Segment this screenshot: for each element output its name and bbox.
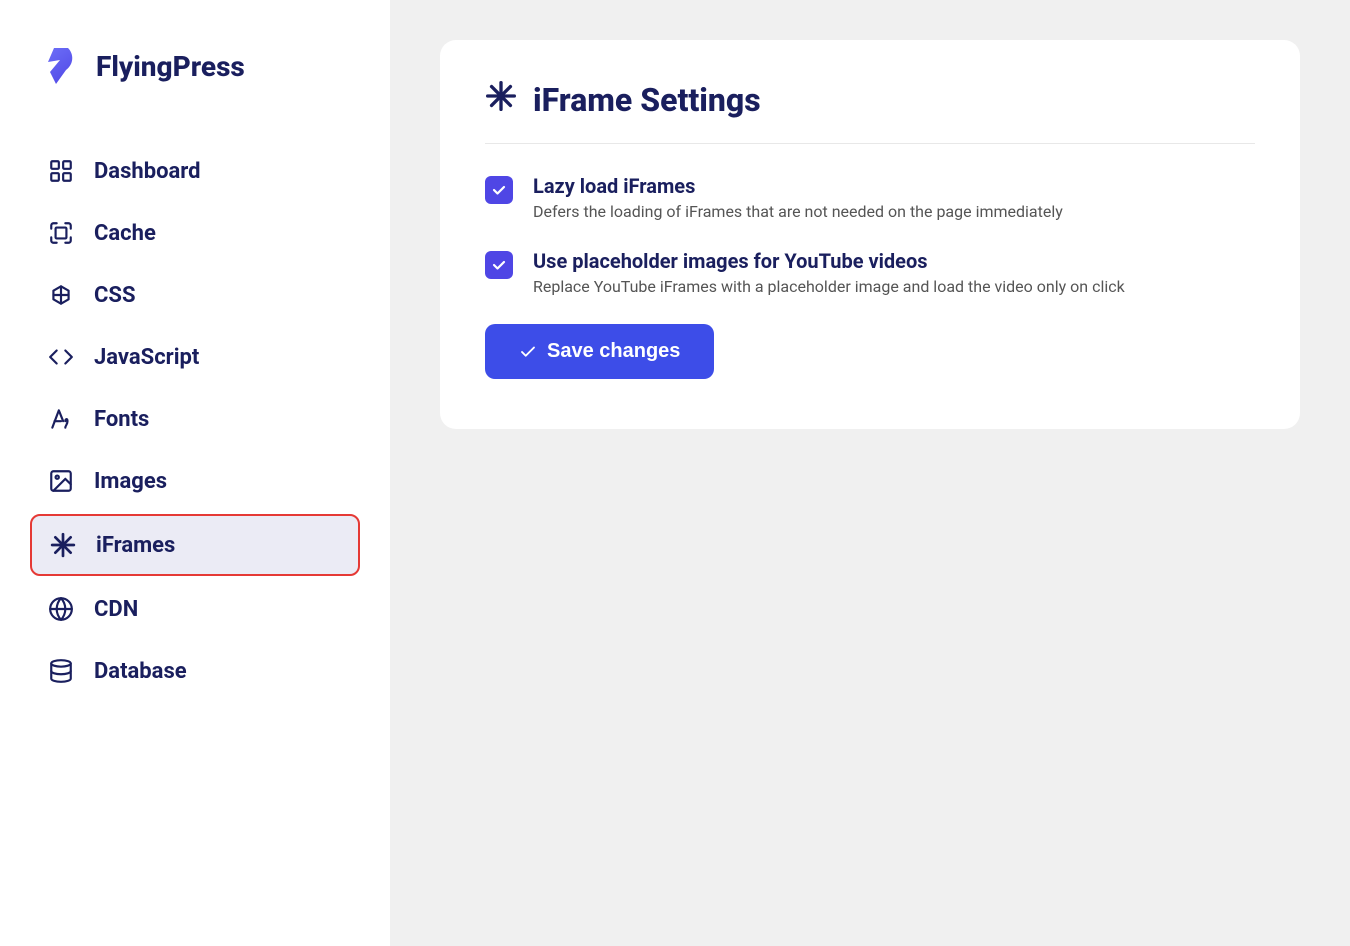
lazy-load-text-block: Lazy load iFrames Defers the loading of … xyxy=(533,174,1063,221)
lazy-load-title: Lazy load iFrames xyxy=(533,174,1063,198)
sidebar-item-iframes[interactable]: iFrames xyxy=(30,514,360,576)
sidebar-item-images-label: Images xyxy=(94,469,167,494)
sidebar-item-fonts[interactable]: Fonts xyxy=(30,390,360,448)
database-icon xyxy=(48,658,74,684)
placeholder-images-desc: Replace YouTube iFrames with a placehold… xyxy=(533,277,1125,296)
placeholder-images-text-block: Use placeholder images for YouTube video… xyxy=(533,249,1125,296)
images-icon xyxy=(48,468,74,494)
sidebar-item-css[interactable]: CSS xyxy=(30,266,360,324)
sidebar-item-cdn-label: CDN xyxy=(94,597,138,622)
logo-icon xyxy=(30,40,82,92)
fonts-icon xyxy=(48,406,74,432)
placeholder-images-checkbox[interactable] xyxy=(485,251,513,279)
sidebar-item-javascript-label: JavaScript xyxy=(94,345,199,370)
page-title-row: iFrame Settings xyxy=(485,80,1255,144)
page-title: iFrame Settings xyxy=(533,81,761,119)
sidebar-item-cdn[interactable]: CDN xyxy=(30,580,360,638)
sidebar-item-cache-label: Cache xyxy=(94,221,156,246)
css-icon xyxy=(48,282,74,308)
sidebar-item-iframes-label: iFrames xyxy=(96,533,175,558)
javascript-icon xyxy=(48,344,74,370)
cdn-icon xyxy=(48,596,74,622)
main-content: iFrame Settings Lazy load iFrames Defers… xyxy=(390,0,1350,946)
page-title-icon xyxy=(485,80,517,119)
settings-card: iFrame Settings Lazy load iFrames Defers… xyxy=(440,40,1300,429)
cache-icon xyxy=(48,220,74,246)
logo-text: FlyingPress xyxy=(96,50,245,83)
sidebar-item-images[interactable]: Images xyxy=(30,452,360,510)
sidebar: FlyingPress Dashboard Cache CSS xyxy=(0,0,390,946)
sidebar-item-javascript[interactable]: JavaScript xyxy=(30,328,360,386)
lazy-load-desc: Defers the loading of iFrames that are n… xyxy=(533,202,1063,221)
sidebar-item-database-label: Database xyxy=(94,659,187,684)
dashboard-icon xyxy=(48,158,74,184)
sidebar-item-fonts-label: Fonts xyxy=(94,407,149,432)
option-placeholder-images: Use placeholder images for YouTube video… xyxy=(485,249,1255,296)
sidebar-item-database[interactable]: Database xyxy=(30,642,360,700)
sidebar-item-cache[interactable]: Cache xyxy=(30,204,360,262)
sidebar-item-dashboard[interactable]: Dashboard xyxy=(30,142,360,200)
sidebar-item-css-label: CSS xyxy=(94,283,136,308)
placeholder-images-title: Use placeholder images for YouTube video… xyxy=(533,249,1125,273)
sidebar-item-dashboard-label: Dashboard xyxy=(94,159,201,184)
save-button[interactable]: Save changes xyxy=(485,324,714,379)
iframes-icon xyxy=(50,532,76,558)
lazy-load-checkbox[interactable] xyxy=(485,176,513,204)
logo-area: FlyingPress xyxy=(30,40,360,92)
save-button-label: Save changes xyxy=(547,340,680,363)
option-lazy-load: Lazy load iFrames Defers the loading of … xyxy=(485,174,1255,221)
